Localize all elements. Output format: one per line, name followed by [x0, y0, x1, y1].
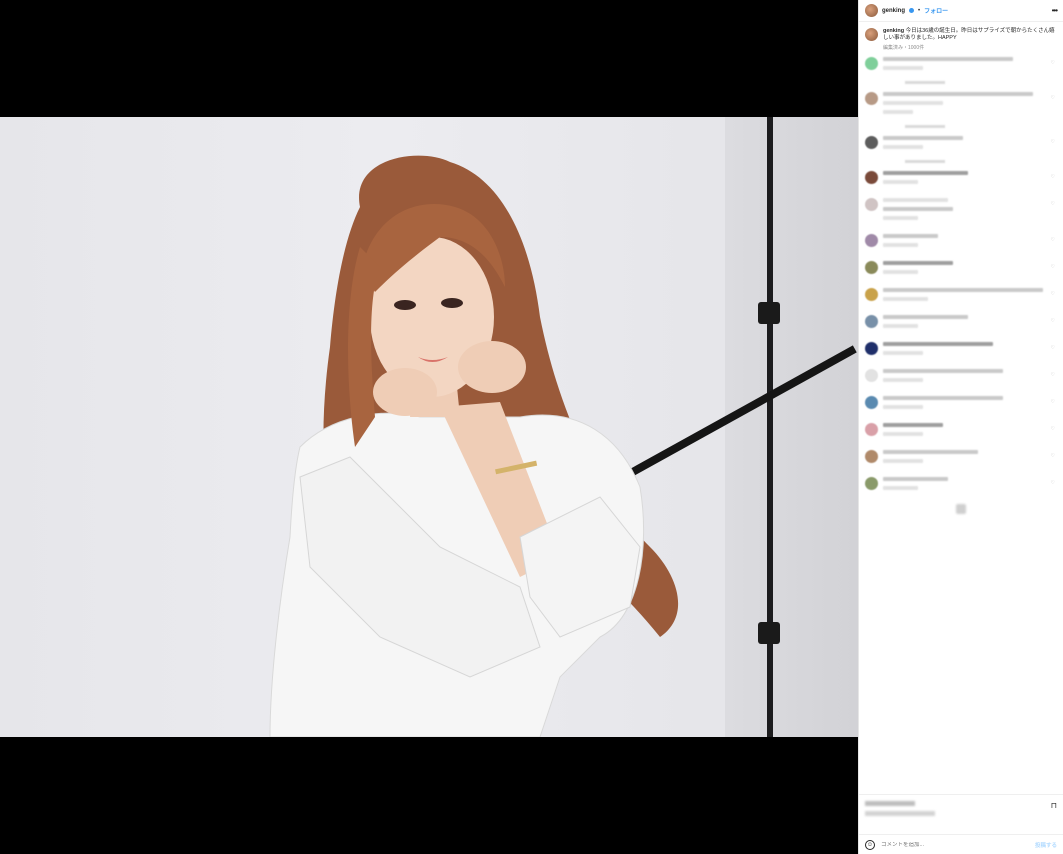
- avatar[interactable]: [865, 234, 878, 247]
- list-item: ♡: [865, 288, 1057, 306]
- list-item: ♡: [865, 369, 1057, 387]
- list-item: ♡: [865, 477, 1057, 495]
- more-options-icon[interactable]: •••: [1052, 6, 1058, 15]
- post-caption: genking 今日は36歳の誕生日。昨日はサプライズで朝からたくさん嬉しい事が…: [859, 22, 1063, 53]
- heart-icon[interactable]: ♡: [1051, 318, 1055, 324]
- avatar[interactable]: [865, 396, 878, 409]
- caption-body: 今日は36歳の誕生日。昨日はサプライズで朝からたくさん嬉しい事がありました。HA…: [883, 28, 1055, 41]
- heart-icon[interactable]: ♡: [1051, 95, 1055, 101]
- post-sidebar: genking • フォロー ••• genking 今日は36歳の誕生日。昨日…: [858, 0, 1063, 854]
- avatar[interactable]: [865, 342, 878, 355]
- portrait-illustration: [269, 155, 679, 737]
- list-item: ♡: [865, 198, 1057, 225]
- heart-icon[interactable]: ♡: [1051, 453, 1055, 459]
- heart-icon[interactable]: ♡: [1051, 237, 1055, 243]
- view-replies[interactable]: [905, 125, 945, 128]
- list-item: ♡: [865, 315, 1057, 333]
- heart-icon[interactable]: ♡: [1051, 60, 1055, 66]
- add-comment-bar: ☺ 投稿する: [859, 834, 1063, 854]
- likes-count[interactable]: [865, 811, 935, 816]
- heart-icon[interactable]: ♡: [1051, 139, 1055, 145]
- heart-icon[interactable]: ♡: [1051, 480, 1055, 486]
- heart-icon[interactable]: ♡: [1051, 345, 1055, 351]
- heart-icon[interactable]: ♡: [1051, 174, 1055, 180]
- heart-icon[interactable]: ♡: [1051, 426, 1055, 432]
- avatar[interactable]: [865, 450, 878, 463]
- avatar[interactable]: [865, 369, 878, 382]
- view-replies[interactable]: [905, 160, 945, 163]
- list-item: ♡: [865, 234, 1057, 252]
- avatar[interactable]: [865, 92, 878, 105]
- comment-input[interactable]: [881, 841, 1029, 848]
- heart-icon[interactable]: ♡: [1051, 201, 1055, 207]
- list-item: ♡: [865, 396, 1057, 414]
- author-username[interactable]: genking: [882, 8, 905, 14]
- post-media[interactable]: [0, 0, 858, 854]
- list-item: ♡: [865, 136, 1057, 154]
- heart-icon[interactable]: ♡: [1051, 291, 1055, 297]
- separator-dot: •: [918, 7, 921, 14]
- avatar[interactable]: [865, 315, 878, 328]
- post-footer: ⊓ ☺ 投稿する: [859, 794, 1063, 854]
- avatar[interactable]: [865, 288, 878, 301]
- avatar[interactable]: [865, 261, 878, 274]
- view-replies[interactable]: [905, 81, 945, 84]
- post-header: genking • フォロー •••: [859, 0, 1063, 22]
- follow-button[interactable]: フォロー: [924, 6, 948, 15]
- caption-meta: 編集済み・1000件: [883, 45, 925, 51]
- author-avatar[interactable]: [865, 4, 878, 17]
- avatar[interactable]: [865, 423, 878, 436]
- list-item: ♡: [865, 423, 1057, 441]
- post-comment-button[interactable]: 投稿する: [1035, 841, 1057, 849]
- caption-text: genking 今日は36歳の誕生日。昨日はサプライズで朝からたくさん嬉しい事が…: [883, 28, 1057, 42]
- avatar[interactable]: [865, 477, 878, 490]
- caption-avatar[interactable]: [865, 28, 878, 41]
- load-more-comments-icon[interactable]: [956, 504, 966, 514]
- post-photo[interactable]: [0, 117, 858, 737]
- bookmark-icon[interactable]: ⊓: [1051, 801, 1057, 810]
- avatar[interactable]: [865, 136, 878, 149]
- action-icons[interactable]: [865, 801, 915, 806]
- post-actions: ⊓: [859, 794, 1063, 834]
- avatar[interactable]: [865, 57, 878, 70]
- heart-icon[interactable]: ♡: [1051, 264, 1055, 270]
- list-item: ♡: [865, 57, 1057, 75]
- heart-icon[interactable]: ♡: [1051, 372, 1055, 378]
- list-item: ♡: [865, 450, 1057, 468]
- list-item: ♡: [865, 171, 1057, 189]
- list-item: ♡: [865, 261, 1057, 279]
- caption-username[interactable]: genking: [883, 28, 904, 34]
- verified-icon: [909, 8, 915, 13]
- heart-icon[interactable]: ♡: [1051, 399, 1055, 405]
- list-item: ♡: [865, 92, 1057, 119]
- smile-icon[interactable]: ☺: [865, 839, 875, 850]
- list-item: ♡: [865, 342, 1057, 360]
- avatar[interactable]: [865, 171, 878, 184]
- avatar[interactable]: [865, 198, 878, 211]
- comments-list: ♡ ♡ ♡ ♡ ♡ ♡ ♡ ♡ ♡ ♡ ♡ ♡ ♡ ♡ ♡: [859, 53, 1063, 518]
